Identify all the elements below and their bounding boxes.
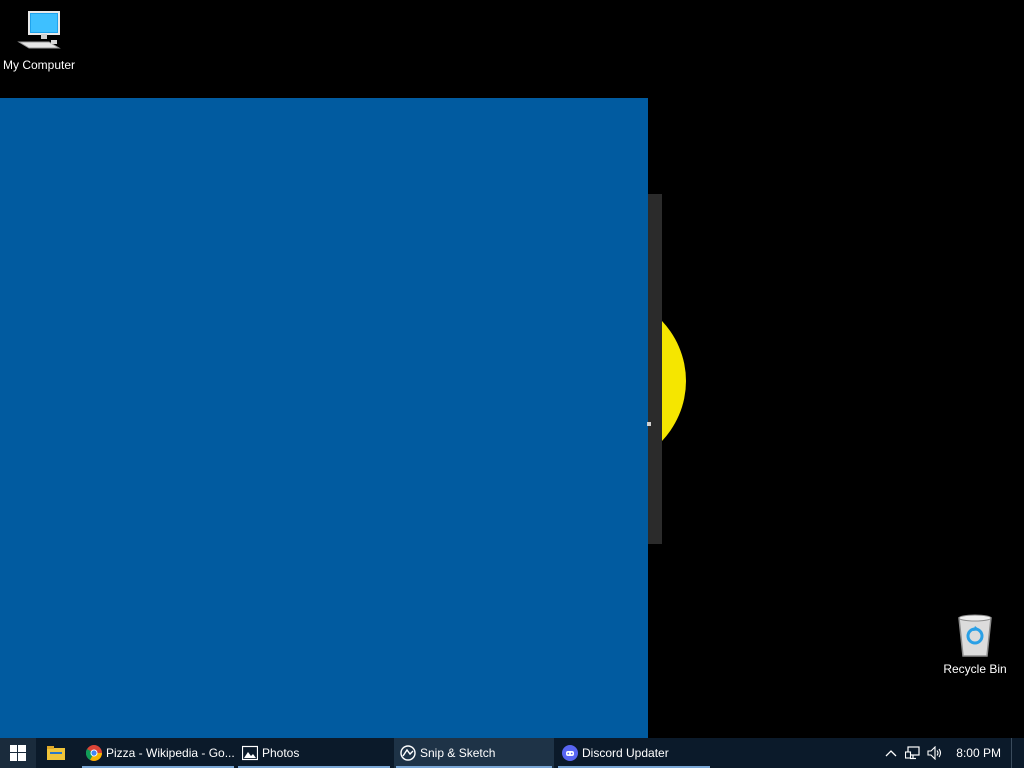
photos-icon: [242, 745, 258, 761]
yellow-circle-graphic: [662, 292, 686, 470]
desktop-icon-label: My Computer: [2, 58, 76, 72]
recycle-bin-icon: [958, 614, 992, 657]
desktop-icon-label: Recycle Bin: [943, 662, 1007, 676]
start-button[interactable]: [0, 738, 36, 768]
taskbar-item-label: Discord Updater: [582, 746, 669, 760]
background-window-edge: [647, 194, 662, 544]
taskbar-item-chrome[interactable]: Pizza - Wikipedia - Go...: [80, 738, 236, 768]
desktop-icon-recycle-bin[interactable]: Recycle Bin: [935, 612, 1015, 676]
taskbar-item-discord-updater[interactable]: Discord Updater: [556, 738, 712, 768]
network-icon: [905, 746, 920, 760]
taskbar: Pizza - Wikipedia - Go... Photos Snip & …: [0, 738, 1024, 768]
cursor-mark: [647, 422, 651, 426]
taskbar-item-label: Snip & Sketch: [420, 746, 496, 760]
computer-icon: [17, 11, 61, 49]
show-hidden-icons-button[interactable]: [883, 745, 899, 761]
taskbar-item-label: Pizza - Wikipedia - Go...: [106, 746, 235, 760]
show-desktop-button[interactable]: [1011, 738, 1018, 768]
taskbar-item-snip-sketch[interactable]: Snip & Sketch: [394, 738, 554, 768]
taskbar-item-label: Photos: [262, 746, 300, 760]
volume-icon: [927, 746, 942, 760]
desktop-icon-my-computer[interactable]: My Computer: [0, 8, 79, 72]
taskbar-item-photos[interactable]: Photos: [236, 738, 392, 768]
volume-button[interactable]: [927, 745, 943, 761]
pinned-file-explorer[interactable]: [36, 738, 76, 768]
network-button[interactable]: [905, 745, 921, 761]
discord-icon: [562, 745, 578, 761]
chrome-icon: [86, 745, 102, 761]
file-explorer-icon: [47, 746, 65, 760]
snip-sketch-icon: [400, 745, 416, 761]
windows-logo-icon: [10, 745, 26, 761]
app-splash-window[interactable]: [0, 98, 648, 738]
system-tray: 8:00 PM: [880, 738, 1024, 768]
desktop: My Computer Recycle Bin Pizza - Wikipedi…: [0, 0, 1024, 768]
chevron-up-icon: [885, 750, 897, 757]
taskbar-clock[interactable]: 8:00 PM: [956, 746, 1001, 760]
